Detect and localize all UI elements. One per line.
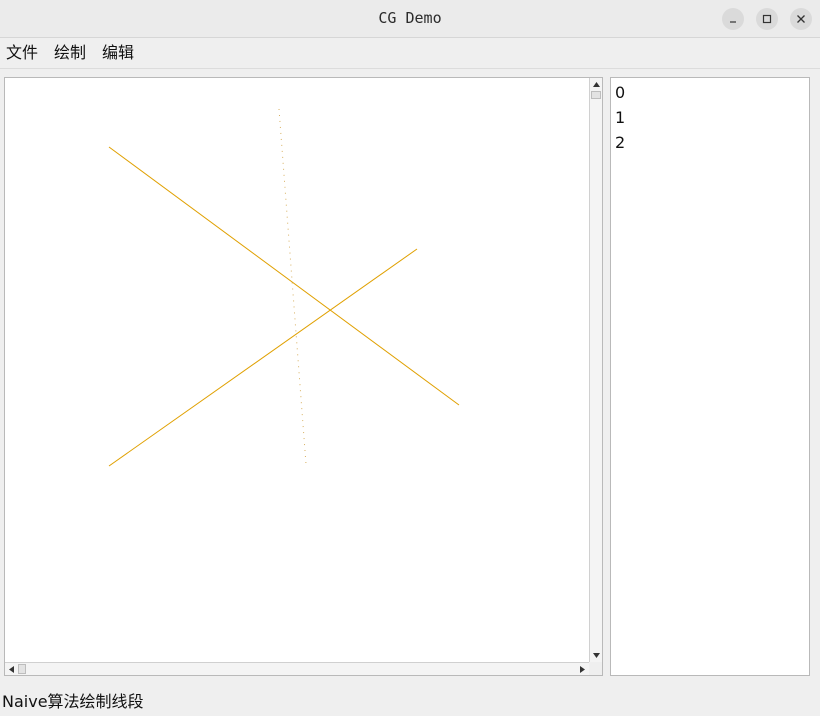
close-icon xyxy=(796,14,806,24)
scroll-corner xyxy=(589,662,602,675)
title-bar[interactable]: CG Demo xyxy=(0,0,820,38)
horizontal-scroll-thumb[interactable] xyxy=(18,664,26,674)
menu-file[interactable]: 文件 xyxy=(4,38,40,68)
maximize-icon xyxy=(762,14,772,24)
line-segment-1 xyxy=(108,248,418,467)
scroll-left-arrow-icon[interactable] xyxy=(5,663,18,676)
horizontal-scrollbar[interactable] xyxy=(5,662,589,675)
maximize-button[interactable] xyxy=(756,8,778,30)
menu-draw[interactable]: 绘制 xyxy=(52,38,88,68)
window-title: CG Demo xyxy=(378,9,442,27)
vertical-scroll-thumb[interactable] xyxy=(591,91,601,99)
line-segment-0 xyxy=(108,146,460,406)
list-item[interactable]: 0 xyxy=(615,80,625,105)
menu-bar: 文件 绘制 编辑 xyxy=(0,38,820,69)
status-bar: Naive算法绘制线段 xyxy=(2,692,144,711)
drawing-canvas[interactable] xyxy=(5,78,589,662)
list-item[interactable]: 2 xyxy=(615,130,625,155)
menu-edit[interactable]: 编辑 xyxy=(100,38,136,68)
canvas-drawing xyxy=(108,108,460,467)
list-item[interactable]: 1 xyxy=(615,105,625,130)
minimize-icon xyxy=(728,14,738,24)
close-button[interactable] xyxy=(790,8,812,30)
minimize-button[interactable] xyxy=(722,8,744,30)
vertical-scrollbar[interactable] xyxy=(589,78,602,662)
scroll-right-arrow-icon[interactable] xyxy=(576,663,589,676)
scroll-down-arrow-icon[interactable] xyxy=(590,649,603,662)
scroll-up-arrow-icon[interactable] xyxy=(590,78,603,91)
item-list[interactable]: 0 1 2 xyxy=(610,77,810,676)
main-window: CG Demo 文件 绘制 编辑 0 1 2 Naive算法绘制线段 xyxy=(0,0,820,712)
line-segment-2 xyxy=(278,108,307,465)
canvas-view xyxy=(4,77,603,676)
